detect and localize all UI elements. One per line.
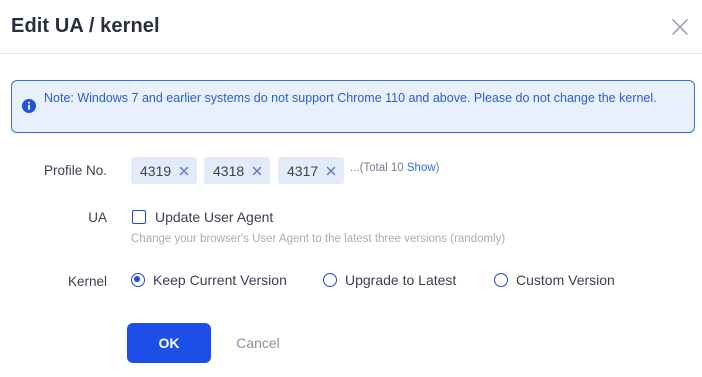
radio-keep-current[interactable]: Keep Current Version	[131, 272, 287, 288]
profile-tag-label: 4317	[287, 162, 319, 179]
edit-ua-kernel-dialog: Edit UA / kernel Note: Windows 7 and ear…	[0, 0, 702, 377]
profile-total: ...(Total 10 Show)	[350, 162, 440, 174]
profile-tag: 4317	[278, 157, 345, 184]
update-user-agent-label[interactable]: Update User Agent	[155, 209, 273, 225]
info-icon	[22, 99, 36, 113]
radio-custom-version[interactable]: Custom Version	[494, 272, 615, 288]
notice-banner: Note: Windows 7 and earlier systems do n…	[11, 80, 695, 133]
profile-tag: 4319	[131, 157, 198, 184]
radio-button[interactable]	[131, 273, 145, 287]
radio-upgrade-latest[interactable]: Upgrade to Latest	[323, 272, 456, 288]
close-icon[interactable]	[670, 17, 690, 37]
kernel-label: Kernel	[67, 274, 107, 289]
ua-hint: Change your browser's User Agent to the …	[131, 233, 506, 245]
show-all-link[interactable]: Show	[407, 162, 436, 174]
radio-label: Keep Current Version	[153, 272, 287, 288]
cancel-button[interactable]: Cancel	[224, 323, 292, 363]
radio-button[interactable]	[323, 273, 337, 287]
dialog-header: Edit UA / kernel	[0, 0, 702, 54]
remove-tag-icon[interactable]	[252, 166, 262, 176]
remove-tag-icon[interactable]	[326, 166, 336, 176]
profile-label: Profile No.	[43, 163, 107, 178]
update-user-agent-checkbox[interactable]	[132, 210, 146, 224]
ok-button[interactable]: OK	[127, 323, 211, 363]
radio-button[interactable]	[494, 273, 508, 287]
profile-tag: 4318	[204, 157, 271, 184]
radio-label: Custom Version	[516, 272, 615, 288]
dialog-title: Edit UA / kernel	[11, 15, 160, 37]
notice-text: Note: Windows 7 and earlier systems do n…	[44, 91, 657, 105]
profile-tag-label: 4318	[213, 162, 245, 179]
profile-total-prefix: ...(Total 10	[350, 162, 407, 174]
profile-total-suffix: )	[435, 162, 440, 174]
profile-tag-label: 4319	[140, 162, 172, 179]
radio-label: Upgrade to Latest	[345, 272, 457, 288]
ua-label: UA	[88, 210, 107, 225]
remove-tag-icon[interactable]	[179, 166, 189, 176]
